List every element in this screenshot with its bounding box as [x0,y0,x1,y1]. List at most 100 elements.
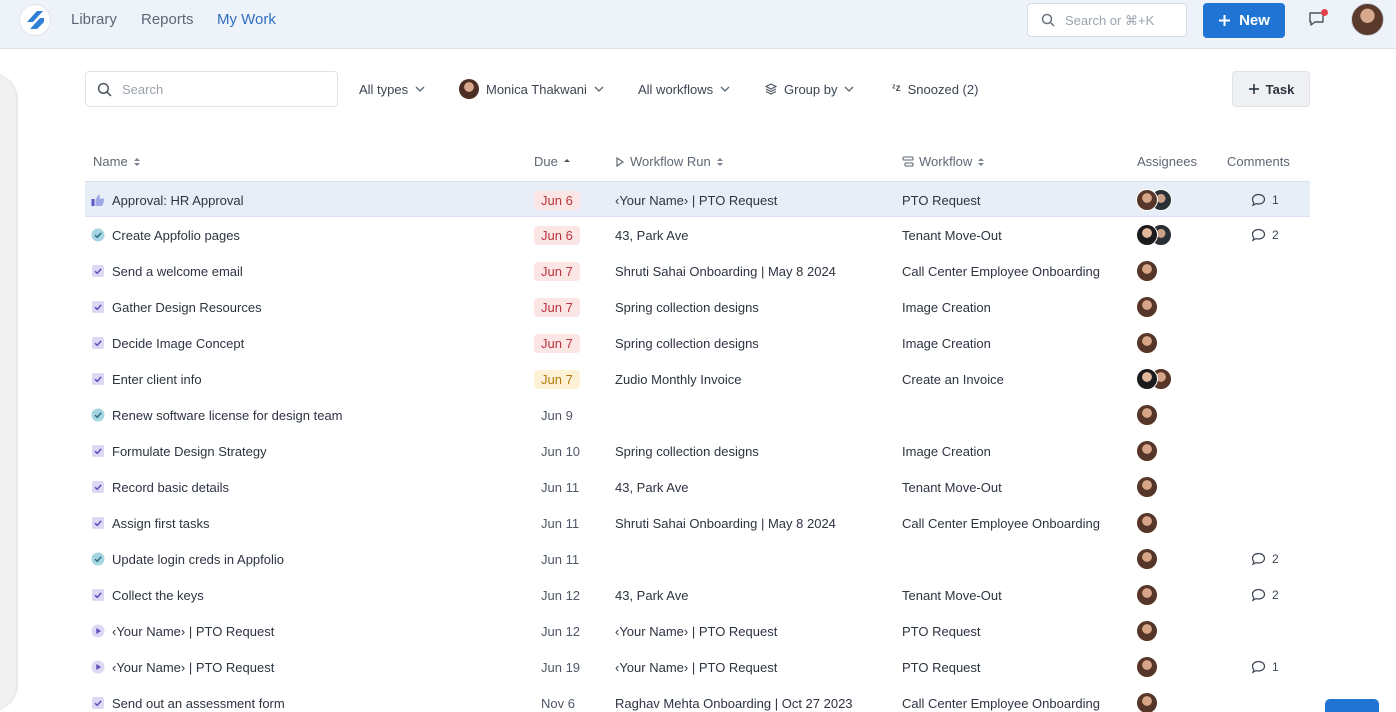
snoozed-filter[interactable]: ᶻz Snoozed (2) [892,80,978,98]
task-name[interactable]: Collect the keys [112,577,204,613]
assignee-avatar[interactable] [1136,512,1158,534]
nav-my-work[interactable]: My Work [217,11,276,28]
workflow-run-link[interactable]: Spring collection designs [615,289,759,325]
new-button[interactable]: New [1203,3,1285,38]
workflow-run-link[interactable]: Spring collection designs [615,433,759,469]
assignee-avatar[interactable] [1136,368,1158,390]
global-search[interactable] [1027,3,1187,37]
workflow-link[interactable]: Call Center Employee Onboarding [902,685,1100,712]
workflow-link[interactable]: Call Center Employee Onboarding [902,505,1100,541]
table-row[interactable]: Gather Design Resources Jun 7 Spring colle… [85,289,1310,325]
workflow-run-link[interactable]: ‹Your Name› | PTO Request [615,182,777,218]
workflow-run-link[interactable]: Spring collection designs [615,325,759,361]
nav-library[interactable]: Library [71,11,117,28]
task-search[interactable] [85,71,338,107]
workflow-link[interactable]: PTO Request [902,649,981,685]
column-workflow[interactable]: Workflow [902,154,985,169]
assignee-avatar[interactable] [1136,656,1158,678]
group-by-filter[interactable]: Group by [765,80,854,98]
table-row[interactable]: Collect the keys Jun 12 43, Park Ave Tenant… [85,577,1310,613]
task-name[interactable]: Send out an assessment form [112,685,285,712]
table-row[interactable]: Update login creds in Appfolio Jun 11 2 [85,541,1310,577]
task-name[interactable]: ‹Your Name› | PTO Request [112,613,274,649]
table-row[interactable]: Assign first tasks Jun 11 Shruti Sahai Onb… [85,505,1310,541]
comments-count-value: 1 [1272,193,1279,207]
table-row[interactable]: Record basic details Jun 11 43, Park Ave Te… [85,469,1310,505]
comments-count[interactable]: 2 [1251,541,1279,577]
column-name[interactable]: Name [93,154,141,169]
workflow-run-link[interactable]: Shruti Sahai Onboarding | May 8 2024 [615,253,836,289]
workflow-run-link[interactable]: ‹Your Name› | PTO Request [615,613,777,649]
table-row[interactable]: ‹Your Name› | PTO Request Jun 19 ‹Your Nam… [85,649,1310,685]
types-filter[interactable]: All types [359,80,425,98]
table-row[interactable]: ‹Your Name› | PTO Request Jun 12 ‹Your Nam… [85,613,1310,649]
workflow-link[interactable]: Tenant Move-Out [902,217,1002,253]
workflow-run-link[interactable]: 43, Park Ave [615,577,688,613]
workflow-link[interactable]: Call Center Employee Onboarding [902,253,1100,289]
assignee-avatar[interactable] [1136,296,1158,318]
workflow-link[interactable]: Tenant Move-Out [902,577,1002,613]
task-name[interactable]: Formulate Design Strategy [112,433,267,469]
column-workflow-run[interactable]: Workflow Run [615,154,724,169]
workflow-link[interactable]: Image Creation [902,325,991,361]
table-row[interactable]: Renew software license for design team Ju… [85,397,1310,433]
assignee-avatar[interactable] [1136,440,1158,462]
workflows-filter[interactable]: All workflows [638,80,730,98]
task-name[interactable]: Gather Design Resources [112,289,262,325]
task-name[interactable]: Renew software license for design team [112,397,343,433]
workflow-link[interactable]: Tenant Move-Out [902,469,1002,505]
workflow-run-link[interactable]: Zudio Monthly Invoice [615,361,741,397]
assignee-avatar[interactable] [1136,332,1158,354]
table-row[interactable]: Decide Image Concept Jun 7 Spring collecti… [85,325,1310,361]
assignee-avatar[interactable] [1136,189,1158,211]
checkbox-icon [91,264,105,278]
workflow-run-link[interactable]: Shruti Sahai Onboarding | May 8 2024 [615,505,836,541]
assignee-avatar[interactable] [1136,404,1158,426]
nav-reports[interactable]: Reports [141,11,194,28]
workflow-link[interactable]: PTO Request [902,613,981,649]
assignee-avatar[interactable] [1136,692,1158,712]
app-logo[interactable] [19,4,51,36]
comments-count[interactable]: 1 [1251,182,1279,218]
user-avatar[interactable] [1351,3,1384,36]
assignee-avatar[interactable] [1136,620,1158,642]
workflow-link[interactable]: PTO Request [902,182,981,218]
task-name[interactable]: ‹Your Name› | PTO Request [112,649,274,685]
task-name[interactable]: Create Appfolio pages [112,217,240,253]
table-row[interactable]: Send a welcome email Jun 7 Shruti Sahai On… [85,253,1310,289]
table-row[interactable]: Formulate Design Strategy Jun 10 Spring co… [85,433,1310,469]
task-name[interactable]: Record basic details [112,469,229,505]
workflow-link[interactable]: Image Creation [902,433,991,469]
comments-count[interactable]: 1 [1251,649,1279,685]
task-name[interactable]: Approval: HR Approval [112,182,244,218]
column-due[interactable]: Due [534,154,571,169]
assignee-avatar[interactable] [1136,476,1158,498]
task-name[interactable]: Update login creds in Appfolio [112,541,284,577]
comments-count[interactable]: 2 [1251,217,1279,253]
table-row[interactable]: Approval: HR Approval Jun 6 ‹Your Name› | … [85,181,1310,217]
task-name[interactable]: Assign first tasks [112,505,210,541]
workflow-run-link[interactable]: 43, Park Ave [615,217,688,253]
table-row[interactable]: Create Appfolio pages Jun 6 43, Park Ave Te… [85,217,1310,253]
task-name[interactable]: Decide Image Concept [112,325,244,361]
workflow-link[interactable]: Create an Invoice [902,361,1004,397]
column-workflow-run-label: Workflow Run [630,154,711,169]
workflow-run-link[interactable]: Raghav Mehta Onboarding | Oct 27 2023 [615,685,853,712]
comments-count[interactable]: 2 [1251,577,1279,613]
workflow-link[interactable]: Image Creation [902,289,991,325]
help-widget-button[interactable] [1325,699,1379,712]
assignee-avatar[interactable] [1136,260,1158,282]
task-name[interactable]: Enter client info [112,361,202,397]
assignee-avatar[interactable] [1136,224,1158,246]
user-filter[interactable]: Monica Thakwani [459,79,604,99]
assignee-avatar[interactable] [1136,584,1158,606]
add-task-button[interactable]: Task [1232,71,1310,107]
workflow-run-link[interactable]: ‹Your Name› | PTO Request [615,649,777,685]
table-row[interactable]: Enter client info Jun 7 Zudio Monthly Invo… [85,361,1310,397]
global-search-input[interactable] [1065,12,1175,28]
assignee-avatar[interactable] [1136,548,1158,570]
table-row[interactable]: Send out an assessment form Nov 6 Raghav M… [85,685,1310,712]
task-name[interactable]: Send a welcome email [112,253,243,289]
workflow-run-link[interactable]: 43, Park Ave [615,469,688,505]
task-search-input[interactable] [122,81,322,97]
